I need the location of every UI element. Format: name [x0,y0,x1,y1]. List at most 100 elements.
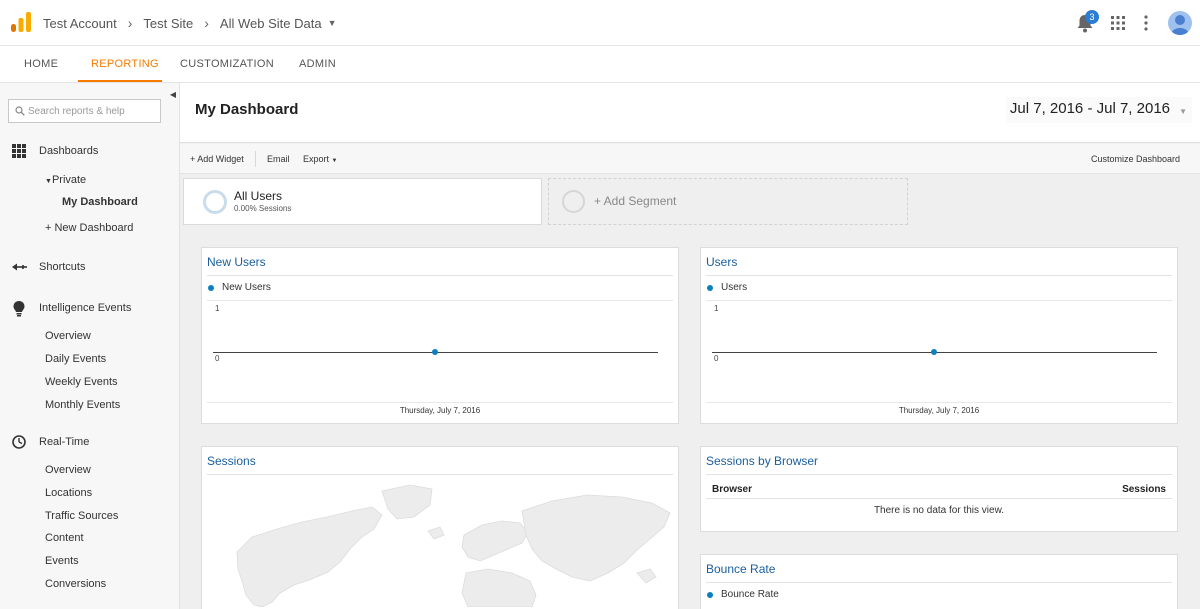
analytics-logo[interactable] [11,12,31,32]
divider [706,300,1172,301]
divider [706,498,1172,499]
tab-reporting[interactable]: REPORTING [91,58,159,70]
nav-tabs: HOME REPORTING CUSTOMIZATION ADMIN [0,46,1200,83]
chevron-right-icon: › [204,15,209,31]
widget-title[interactable]: New Users [207,255,266,269]
widget-users: Users Users 1 0 Thursday, July 7, 2016 [700,247,1178,424]
sidebar-item-weekly-events[interactable]: Weekly Events [45,376,118,388]
caret-down-icon: ▼ [1179,107,1187,116]
y-tick-top: 1 [215,304,220,313]
sidebar-item-rt-overview[interactable]: Overview [45,464,91,476]
legend-label: New Users [222,282,271,293]
widget-title[interactable]: Sessions by Browser [706,454,818,468]
y-tick-bottom: 0 [714,354,719,363]
main-content: My Dashboard Jul 7, 2016 - Jul 7, 2016 ▼… [180,83,1200,609]
segment-title: All Users [234,189,283,203]
dashboard-toolbar: + Add Widget Email Export ▼ Customize Da… [180,144,1200,174]
legend-dot [208,285,214,291]
breadcrumb-property[interactable]: Test Site [143,16,193,31]
x-label: Thursday, July 7, 2016 [898,406,980,415]
sidebar-item-label: Real-Time [39,436,90,448]
widget-title[interactable]: Users [706,255,737,269]
sidebar-item-monthly-events[interactable]: Monthly Events [45,399,120,411]
widget-sessions-by-browser: Sessions by Browser Browser Sessions The… [700,446,1178,532]
sidebar-item-intelligence-events[interactable]: Intelligence Events [0,301,180,317]
shortcut-arrow-icon [12,263,27,271]
customize-dashboard-button[interactable]: Customize Dashboard [1091,154,1180,164]
sidebar-item-label: Private [51,174,87,186]
divider [207,474,673,475]
sidebar-item-private[interactable]: ▼Private [45,174,86,186]
divider [207,300,673,301]
sidebar-item-events[interactable]: Events [45,555,79,567]
legend-dot [707,592,713,598]
more-vert-icon[interactable] [1144,15,1148,31]
column-header-browser[interactable]: Browser [712,484,752,495]
notification-badge: 3 [1085,10,1099,24]
avatar[interactable] [1168,11,1192,35]
apps-grid-icon[interactable] [1111,16,1125,30]
sidebar-item-dashboards[interactable]: Dashboards [0,144,180,160]
widget-title[interactable]: Bounce Rate [706,562,775,576]
data-point[interactable] [432,349,438,355]
tab-home[interactable]: HOME [24,58,58,70]
divider [207,275,673,276]
caret-down-icon[interactable]: ▼ [328,18,337,28]
sidebar-item-locations[interactable]: Locations [45,487,92,499]
active-tab-indicator [78,80,162,82]
legend-label: Users [721,282,748,293]
segment-all-users[interactable]: All Users 0.00% Sessions [183,178,542,225]
email-button[interactable]: Email [267,154,290,164]
column-header-sessions[interactable]: Sessions [1122,484,1166,495]
sidebar-item-conversions[interactable]: Conversions [45,578,106,590]
sidebar-item-traffic-sources[interactable]: Traffic Sources [45,510,118,522]
export-button[interactable]: Export ▼ [303,154,337,164]
world-map[interactable] [232,477,672,607]
search-input[interactable]: Search reports & help [8,99,161,123]
y-tick-bottom: 0 [215,354,220,363]
divider [706,275,1172,276]
search-placeholder: Search reports & help [28,106,125,117]
divider [207,402,673,403]
widget-sessions: Sessions [201,446,679,609]
sidebar-item-label: Shortcuts [39,261,86,273]
add-widget-button[interactable]: + Add Widget [190,154,244,164]
table-header: Browser Sessions [712,484,1166,495]
segment-sub: 0.00% Sessions [234,204,292,213]
chevron-right-icon: › [127,15,133,31]
sidebar: ◀ Search reports & help Dashboards ▼Priv… [0,83,180,609]
add-segment-label: + Add Segment [594,194,677,208]
dashboard-header: My Dashboard Jul 7, 2016 - Jul 7, 2016 ▼ [180,83,1200,143]
breadcrumb-account[interactable]: Test Account [43,16,117,31]
breadcrumb: Test Account › Test Site › All Web Site … [43,15,336,31]
date-range-label: Jul 7, 2016 - Jul 7, 2016 [1009,100,1170,117]
sidebar-item-shortcuts[interactable]: Shortcuts [0,260,180,276]
export-label: Export [303,154,330,164]
clock-icon [12,435,26,449]
divider [706,582,1172,583]
tab-customization[interactable]: CUSTOMIZATION [180,58,274,70]
search-icon [15,106,25,116]
lightbulb-icon [13,301,25,317]
tab-admin[interactable]: ADMIN [299,58,336,70]
collapse-sidebar-icon[interactable]: ◀ [167,87,179,103]
sidebar-item-new-dashboard[interactable]: + New Dashboard [45,222,133,234]
y-tick-top: 1 [714,304,719,313]
widget-new-users: New Users New Users 1 0 Thursday, July 7… [201,247,679,424]
empty-state-message: There is no data for this view. [873,505,1005,516]
date-range-picker[interactable]: Jul 7, 2016 - Jul 7, 2016 ▼ [1005,97,1192,123]
sidebar-item-daily-events[interactable]: Daily Events [45,353,106,365]
breadcrumb-view[interactable]: All Web Site Data [220,16,322,31]
divider [255,151,256,167]
sidebar-item-real-time[interactable]: Real-Time [0,435,180,451]
widget-bounce-rate: Bounce Rate Bounce Rate [700,554,1178,609]
sidebar-item-label: Intelligence Events [39,302,132,314]
data-point[interactable] [931,349,937,355]
legend-label: Bounce Rate [721,589,779,600]
sidebar-item-ie-overview[interactable]: Overview [45,330,91,342]
sidebar-item-my-dashboard[interactable]: My Dashboard [62,196,138,208]
add-segment-button[interactable]: + Add Segment [548,178,908,225]
segment-ring-icon [562,190,585,213]
widget-title[interactable]: Sessions [207,454,256,468]
sidebar-item-content[interactable]: Content [45,532,84,544]
